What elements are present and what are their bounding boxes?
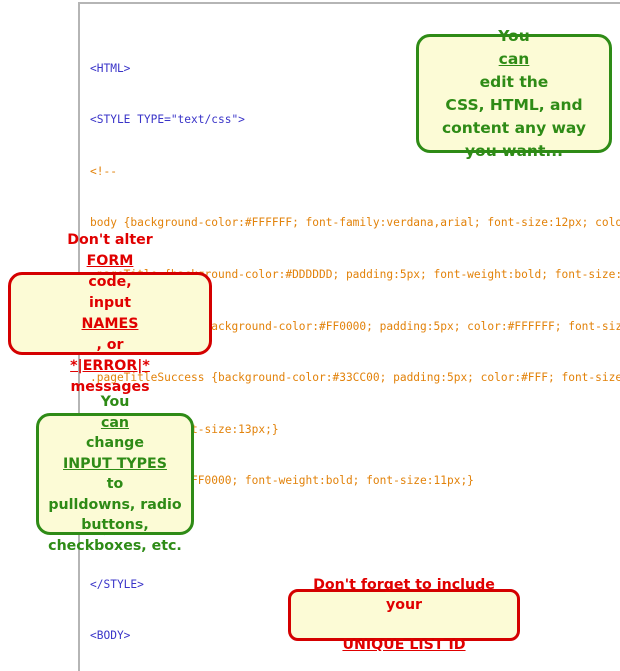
callout-edit-text: You can edit the CSS, HTML, and content an… — [441, 26, 587, 160]
callout-edit-css-html: You can edit the CSS, HTML, and content an… — [416, 27, 612, 160]
callout-form-text: Don't alter FORM code, input NAMES, or *|E… — [67, 231, 153, 395]
code-line: body {background-color:#FFFFFF; font-fam… — [90, 216, 620, 230]
callout-listid-line1: Don't forget to include your — [313, 577, 495, 613]
code-line: <!-- — [90, 164, 117, 178]
callout-listid-line2: UNIQUE LIST ID — [342, 637, 466, 653]
callout-change-input-types: You can change INPUT TYPES to pulldowns, r… — [36, 394, 194, 554]
callout-types-text: You can change INPUT TYPES to pulldowns, r… — [48, 394, 182, 554]
callout-unique-list-id: Don't forget to include your UNIQUE LIST … — [288, 577, 520, 653]
callout-dont-alter-form: Don't alter FORM code, input NAMES, or *|E… — [8, 232, 212, 395]
code-line: .pageTitleSuccess {background-color:#33C… — [90, 371, 620, 385]
callout-listid-text: Don't forget to include your UNIQUE LIST … — [299, 575, 509, 655]
